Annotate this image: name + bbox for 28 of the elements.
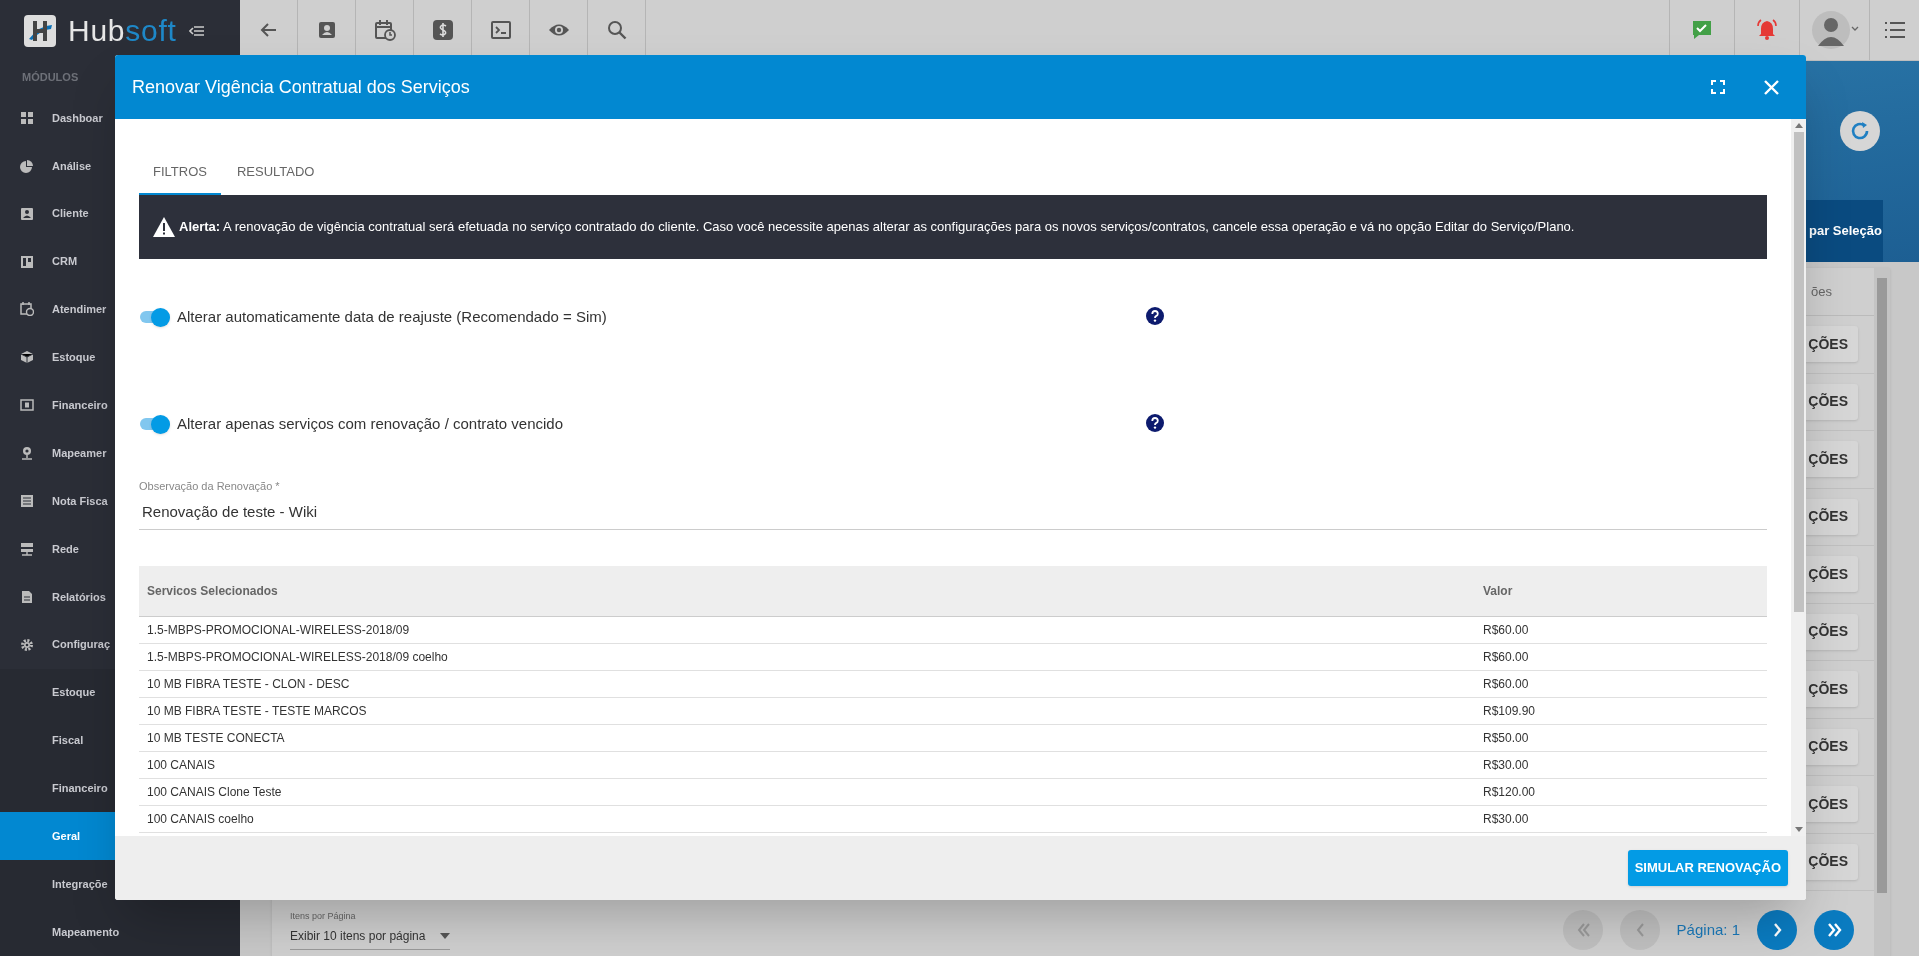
toggle-label: Alterar automaticamente data de reajuste (Recomendado = Sim) (177, 307, 608, 327)
modal-title: Renovar Vigência Contratual dos Serviços (132, 75, 471, 99)
table-cell-text: 100 CANAIS coelho (146, 811, 255, 828)
table-cell-text: 10 MB FIBRA TESTE - TESTE MARCOS (146, 703, 368, 720)
table-cell-text: R$60.00 (1483, 649, 1530, 666)
table-cell-text: R$30.00 (1483, 811, 1530, 828)
table-cell-text: R$60.00 (1483, 676, 1530, 693)
column-header: ões (1810, 282, 1833, 301)
table-cell-text: 100 CANAIS (146, 757, 217, 774)
table-cell-text: R$30.00 (1483, 757, 1530, 774)
page-label: Página: 1 (1676, 919, 1740, 940)
table-cell-text: 1.5-MBPS-PROMOCIONAL-WIRELESS-2018/09 (146, 622, 411, 639)
table-cell-text: 10 MB FIBRA TESTE - CLON - DESC (146, 676, 351, 693)
table-cell-text: R$50.00 (1483, 730, 1530, 747)
table-cell-text: 1.5-MBPS-PROMOCIONAL-WIRELESS-2018/09 coelho (146, 649, 449, 666)
table-cell-text: R$60.00 (1483, 622, 1530, 639)
table-cell-text: R$109.90 (1483, 703, 1537, 720)
column-header: Servicos Selecionados (146, 583, 279, 600)
table-cell-text: 10 MB TESTE CONECTA (146, 730, 286, 747)
sidebar-section-label: MÓDULOS (22, 70, 79, 86)
alert-text: Alerta: A renovação de vigência contratual será efetuada no serviço contratado do cliente. Caso você necessite apenas alterar as configurações para os novos serviços/contratos, cancele essa operação e vá no opção Editar do Serviço/Plano. (179, 218, 1575, 237)
table-cell-text: 100 CANAIS Clone Teste (146, 784, 283, 801)
toggle-label: Alterar apenas serviços com renovação / contrato vencido (177, 414, 565, 434)
column-header: Valor (1483, 583, 1514, 600)
logo-text: Hubsoft (68, 15, 177, 46)
field-label: Itens por Página (290, 909, 357, 923)
table-cell-text: R$120.00 (1483, 784, 1537, 801)
field-label: Observação da Renovação * (139, 479, 281, 494)
